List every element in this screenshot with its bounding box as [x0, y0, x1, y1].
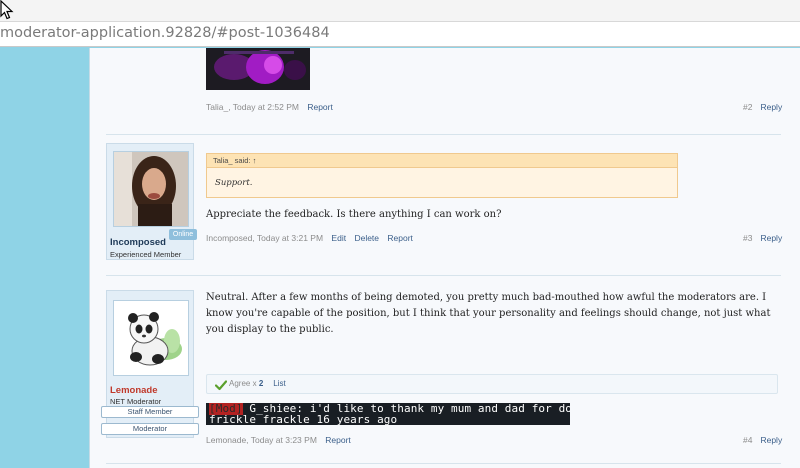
post-3-report-link[interactable]: Report — [387, 233, 413, 243]
quote-attribution[interactable]: Talia_ said: ↑ — [207, 154, 677, 168]
post-2-reply-link[interactable]: Reply — [760, 102, 782, 112]
post-3-message: Appreciate the feedback. Is there anythi… — [206, 209, 502, 220]
post-3-edit-link[interactable]: Edit — [331, 233, 346, 243]
post-4-number[interactable]: #4 — [743, 435, 752, 445]
post-3-user-title: Experienced Member — [110, 250, 182, 259]
post-divider — [106, 134, 781, 135]
online-badge: Online — [169, 229, 197, 240]
post-4-reply-link[interactable]: Reply — [760, 435, 782, 445]
post-2-time: Today at 2:52 PM — [232, 102, 299, 112]
post-4-author[interactable]: Lemonade — [206, 435, 246, 445]
post-3-author[interactable]: Incomposed — [206, 233, 252, 243]
agree-count: 2 — [258, 379, 264, 388]
address-bar[interactable]: moderator-application.92828/#post-103648… — [0, 22, 800, 47]
post-2-report-link[interactable]: Report — [307, 102, 333, 112]
post-4-user-title: NET Moderator — [110, 397, 162, 406]
post-2-footer-right: #2 Reply — [743, 102, 782, 112]
signature-line-2: frickle frackle 16 years ago — [209, 413, 398, 425]
post-4-user-info: Lemonade NET Moderator Staff Member Mode… — [101, 290, 199, 438]
post-4-meta: Lemonade, Today at 3:23 PM Report — [206, 435, 351, 445]
post-4-footer-right: #4 Reply — [743, 435, 782, 445]
post-4-time: Today at 3:23 PM — [250, 435, 317, 445]
quote-text: Support. — [215, 178, 253, 188]
url-text: moderator-application.92828/#post-103648… — [0, 25, 330, 41]
post-divider — [106, 275, 781, 276]
post-3-avatar[interactable] — [113, 151, 189, 227]
post-3-username[interactable]: Incomposed — [110, 237, 166, 248]
mouse-cursor-icon — [0, 0, 14, 20]
post-3-delete-link[interactable]: Delete — [354, 233, 379, 243]
staff-member-banner: Staff Member — [101, 406, 199, 418]
post-3-footer-right: #3 Reply — [743, 233, 782, 243]
likes-list-link[interactable]: List — [273, 379, 285, 388]
minecraft-chat-signature: [Mod] G_shiee: i'd like to thank my mum … — [206, 403, 570, 425]
browser-tab-strip — [0, 0, 800, 22]
quote-block: Talia_ said: ↑ Support. — [206, 153, 678, 198]
post-2-meta: Talia_, Today at 2:52 PM Report — [206, 102, 333, 112]
agree-label: Agree x — [229, 379, 257, 388]
post-4-report-link[interactable]: Report — [325, 435, 351, 445]
likes-summary: Agree x 2 List — [206, 374, 778, 394]
likes-text: Agree x 2 List — [229, 379, 286, 388]
post-2-number[interactable]: #2 — [743, 102, 752, 112]
post-3-meta: Incomposed, Today at 3:21 PM Edit Delete… — [206, 233, 413, 243]
signature-image — [206, 48, 310, 90]
post-3-reply-link[interactable]: Reply — [760, 233, 782, 243]
post-3-number[interactable]: #3 — [743, 233, 752, 243]
post-3-time: Today at 3:21 PM — [256, 233, 324, 243]
panda-avatar-icon — [114, 301, 188, 375]
post-2-author[interactable]: Talia_ — [206, 102, 228, 112]
post-3-user-info: Online Incomposed Experienced Member — [106, 143, 197, 260]
user-photo-icon — [114, 152, 188, 226]
post-4-username[interactable]: Lemonade — [110, 385, 158, 396]
post-divider — [106, 463, 781, 464]
post-4-avatar[interactable] — [113, 300, 189, 376]
checkmark-icon — [215, 380, 227, 391]
moderator-banner: Moderator — [101, 423, 199, 435]
post-4-message: Neutral. After a few months of being dem… — [206, 292, 771, 335]
